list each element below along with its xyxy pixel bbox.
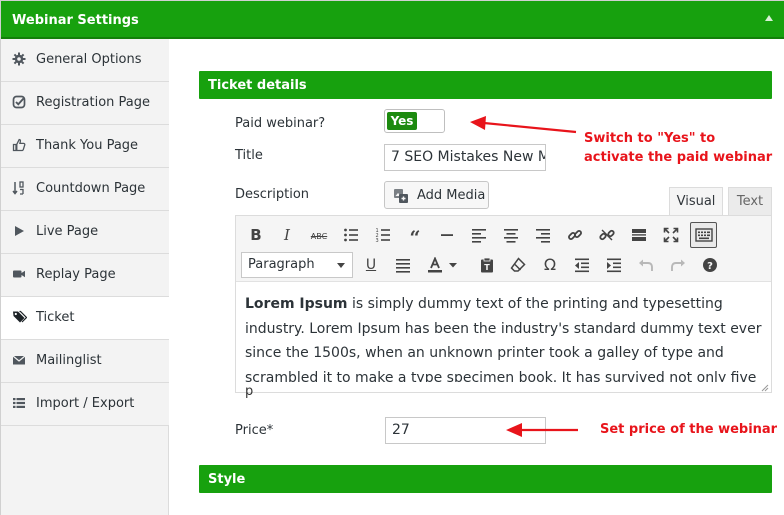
sidebar-item-label: Countdown Page <box>36 181 146 196</box>
sidebar-item-replay-page[interactable]: Replay Page <box>1 254 169 297</box>
tab-text[interactable]: Text <box>728 187 772 216</box>
outdent-icon[interactable] <box>570 253 594 277</box>
price-label: Price* <box>235 423 274 438</box>
settings-sidebar: General Options Registration Page Thank … <box>1 39 170 515</box>
clear-formatting-icon[interactable] <box>506 253 530 277</box>
paid-webinar-label: Paid webinar? <box>235 116 326 131</box>
sidebar-item-ticket[interactable]: Ticket <box>1 297 170 340</box>
add-media-icon <box>393 188 411 204</box>
gear-icon <box>12 52 26 68</box>
panel-title: Webinar Settings <box>12 13 139 28</box>
check-circle-icon <box>12 95 26 111</box>
special-character-icon[interactable]: Ω <box>538 253 562 277</box>
sidebar-item-label: Replay Page <box>36 267 116 282</box>
numbered-list-icon[interactable]: 123 <box>371 223 395 247</box>
svg-text:T: T <box>484 263 490 272</box>
sidebar-item-label: Registration Page <box>36 95 150 110</box>
insert-link-icon[interactable] <box>563 223 587 247</box>
indent-icon[interactable] <box>602 253 626 277</box>
read-more-icon[interactable] <box>627 223 651 247</box>
editor-toolbar: B I ABC 123 “ Paragraph U T Ω ? <box>236 216 771 282</box>
sidebar-item-import-export[interactable]: Import / Export <box>1 383 169 426</box>
toggle-on-state: Yes <box>387 112 417 130</box>
resize-handle-icon[interactable] <box>760 381 769 392</box>
chevron-down-icon <box>337 263 345 268</box>
thumbs-up-icon <box>12 138 26 154</box>
align-center-icon[interactable] <box>499 223 523 247</box>
sidebar-item-registration-page[interactable]: Registration Page <box>1 82 169 125</box>
bold-text: Lorem Ipsum <box>245 296 348 312</box>
switch-annotation: Switch to "Yes" to activate the paid web… <box>584 129 772 167</box>
description-label: Description <box>235 187 310 202</box>
strikethrough-icon[interactable]: ABC <box>307 223 331 247</box>
play-icon <box>12 224 26 240</box>
editor-paragraph: Lorem Ipsum is simply dummy text of the … <box>245 292 765 382</box>
sidebar-item-countdown-page[interactable]: Countdown Page <box>1 168 169 211</box>
sidebar-item-label: Thank You Page <box>36 138 139 153</box>
toolbar-toggle-icon[interactable] <box>690 222 717 248</box>
webinar-settings-panel: Webinar Settings General Options Registr… <box>0 0 784 515</box>
price-input[interactable]: 27 <box>385 417 546 444</box>
horizontal-line-icon[interactable] <box>435 223 459 247</box>
description-editor: B I ABC 123 “ Paragraph U T Ω ? Lorem Ip… <box>235 215 772 399</box>
paste-as-text-icon[interactable]: T <box>475 253 499 277</box>
collapse-toggle-icon[interactable] <box>765 15 773 21</box>
sidebar-item-live-page[interactable]: Live Page <box>1 211 169 254</box>
style-section-header[interactable]: Style <box>199 465 772 493</box>
align-left-icon[interactable] <box>467 223 491 247</box>
text-color-icon[interactable] <box>423 253 447 277</box>
title-label: Title <box>235 148 263 163</box>
text-color-dropdown-icon[interactable] <box>446 253 460 277</box>
price-annotation: Set price of the webinar <box>600 422 778 437</box>
tags-icon <box>12 310 28 326</box>
bulleted-list-icon[interactable] <box>339 223 363 247</box>
bold-icon[interactable]: B <box>244 223 268 247</box>
help-icon[interactable]: ? <box>698 253 722 277</box>
list-icon <box>12 396 26 412</box>
annotation-line: activate the paid webinar <box>584 150 773 165</box>
sidebar-item-thank-you-page[interactable]: Thank You Page <box>1 125 169 168</box>
svg-text:3: 3 <box>376 238 379 243</box>
underline-icon[interactable]: U <box>359 253 383 277</box>
panel-header: Webinar Settings <box>1 1 784 39</box>
section-title: Ticket details <box>208 78 307 93</box>
remove-link-icon[interactable] <box>595 223 619 247</box>
sidebar-item-label: Ticket <box>36 310 75 325</box>
sidebar-item-mailinglist[interactable]: Mailinglist <box>1 340 169 383</box>
annotation-line: Switch to "Yes" to <box>584 131 716 146</box>
paragraph-format-select[interactable]: Paragraph <box>241 252 353 278</box>
justify-icon[interactable] <box>391 253 415 277</box>
add-media-label: Add Media <box>417 188 486 203</box>
fullscreen-icon[interactable] <box>659 223 683 247</box>
format-select-value: Paragraph <box>248 257 315 272</box>
ticket-details-header[interactable]: Ticket details <box>199 71 772 99</box>
blockquote-icon[interactable]: “ <box>403 223 427 249</box>
undo-icon[interactable] <box>634 253 658 277</box>
sidebar-item-label: Import / Export <box>36 396 135 411</box>
svg-text:?: ? <box>707 261 713 272</box>
sidebar-item-label: General Options <box>36 52 142 67</box>
tab-visual[interactable]: Visual <box>669 187 723 216</box>
redo-icon[interactable] <box>666 253 690 277</box>
envelope-icon <box>12 353 26 369</box>
sidebar-item-general-options[interactable]: General Options <box>1 39 169 82</box>
sort-icon <box>12 181 26 197</box>
editor-status-path: p <box>245 384 254 399</box>
sidebar-item-label: Mailinglist <box>36 353 102 368</box>
video-camera-icon <box>12 267 26 283</box>
align-right-icon[interactable] <box>531 223 555 247</box>
sidebar-item-label: Live Page <box>36 224 99 239</box>
italic-icon[interactable]: I <box>275 223 299 247</box>
ticket-title-input[interactable]: 7 SEO Mistakes New M <box>384 144 546 171</box>
editor-content-area[interactable]: Lorem Ipsum is simply dummy text of the … <box>245 292 765 382</box>
section-title: Style <box>208 472 246 487</box>
add-media-button[interactable]: Add Media <box>384 181 489 209</box>
paid-webinar-toggle[interactable]: Yes <box>384 109 445 133</box>
